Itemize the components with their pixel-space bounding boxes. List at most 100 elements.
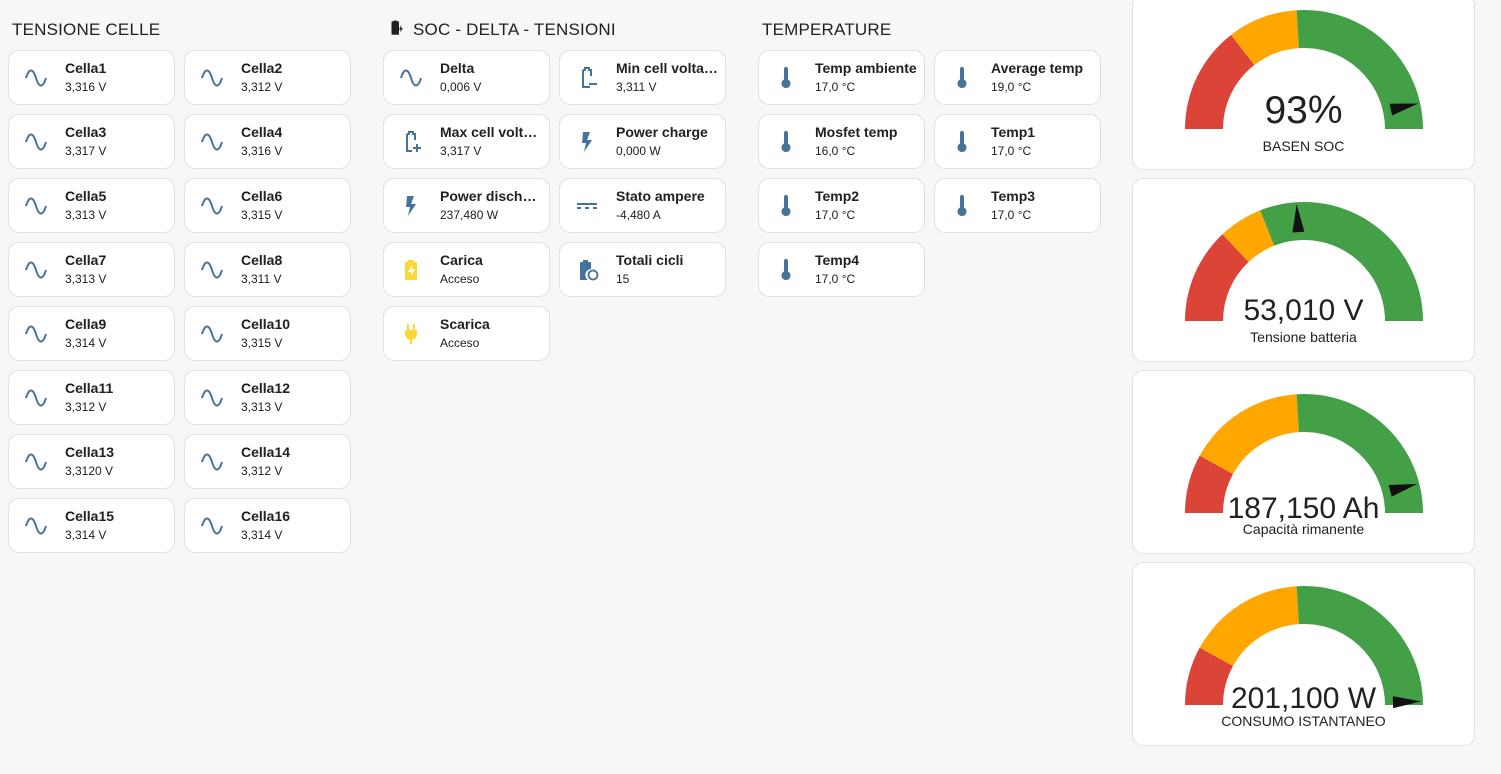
tile-name: Totali cicli: [616, 252, 684, 268]
cell-tile-cella8[interactable]: Cella8 3,311 V: [184, 242, 351, 297]
tile-state: 3,317 V: [65, 144, 107, 158]
gauge-segment-orange: [1199, 394, 1299, 474]
section-title-temps-label: TEMPERATURE: [762, 20, 892, 39]
tile-name: Cella16: [241, 508, 291, 524]
tile-name: Cella9: [65, 316, 107, 332]
tile-name: Cella3: [65, 124, 107, 140]
tile-state: 17,0 °C: [991, 208, 1032, 222]
soc-grid: Delta 0,006 V Min cell voltage 3,311 V Max c…: [383, 50, 726, 361]
thermometer-icon: [949, 193, 975, 219]
tile-state: Acceso: [440, 336, 480, 350]
cell-tile-cella11[interactable]: Cella11 3,312 V: [8, 370, 175, 425]
tile-state: 17,0 °C: [815, 208, 856, 222]
cell-tile-cella6[interactable]: Cella6 3,315 V: [184, 178, 351, 233]
cell-tile-cella16[interactable]: Cella16 3,314 V: [184, 498, 351, 553]
temp-tile-temp3[interactable]: Temp3 17,0 °C: [934, 178, 1101, 233]
cell-tile-cella3[interactable]: Cella3 3,317 V: [8, 114, 175, 169]
sine-wave-icon: [23, 321, 49, 347]
cell-tile-cella9[interactable]: Cella9 3,314 V: [8, 306, 175, 361]
soc-tile-carica[interactable]: Carica Acceso: [383, 242, 550, 297]
sine-wave-icon: [199, 513, 225, 539]
cells-grid: Cella1 3,316 V Cella2 3,312 V Cella3 3,317 VC…: [8, 50, 351, 553]
tile-name: Cella6: [241, 188, 283, 204]
gauge-card-capacity[interactable]: 187,150 Ah Capacità rimanente: [1132, 370, 1475, 554]
cell-tile-cella10[interactable]: Cella10 3,315 V: [184, 306, 351, 361]
tile-state: 3,311 V: [616, 80, 657, 94]
cell-tile-cella14[interactable]: Cella14 3,312 V: [184, 434, 351, 489]
flash-icon: [398, 193, 424, 219]
temp-tile-temp4[interactable]: Temp4 17,0 °C: [758, 242, 925, 297]
tile-state: 3,314 V: [241, 528, 283, 542]
temp-tile-temp1[interactable]: Temp1 17,0 °C: [934, 114, 1101, 169]
sine-wave-icon: [398, 65, 424, 91]
gauge-label: BASEN SOC: [1262, 138, 1345, 154]
tile-state: 3,317 V: [440, 144, 482, 158]
tile-name: Cella10: [241, 316, 291, 332]
tile-state: 3,314 V: [65, 336, 107, 350]
temp-tile-temp-ambiente[interactable]: Temp ambiente 17,0 °C: [758, 50, 925, 105]
soc-tile-scarica[interactable]: Scarica Acceso: [383, 306, 550, 361]
thermometer-icon: [949, 65, 975, 91]
temp-tile-average-temp[interactable]: Average temp 19,0 °C: [934, 50, 1101, 105]
sine-wave-icon: [23, 65, 49, 91]
tile-name: Cella8: [241, 252, 283, 268]
cell-tile-cella1[interactable]: Cella1 3,316 V: [8, 50, 175, 105]
tile-name: Temp4: [815, 252, 860, 268]
section-title-temps: TEMPERATURE: [762, 20, 891, 40]
soc-tile-stato-ampere[interactable]: Stato ampere -4,480 A: [559, 178, 726, 233]
cell-tile-cella12[interactable]: Cella12 3,313 V: [184, 370, 351, 425]
section-title-soc-label: SOC - DELTA - TENSIONI: [413, 20, 616, 39]
sine-wave-icon: [23, 513, 49, 539]
sine-wave-icon: [199, 385, 225, 411]
tile-state: 3,316 V: [65, 80, 107, 94]
gauge-card-voltage[interactable]: 53,010 V Tensione batteria: [1132, 178, 1475, 362]
tile-state: 3,311 V: [241, 272, 282, 286]
cell-tile-cella2[interactable]: Cella2 3,312 V: [184, 50, 351, 105]
cell-tile-cella7[interactable]: Cella7 3,313 V: [8, 242, 175, 297]
cell-tile-cella13[interactable]: Cella13 3,3120 V: [8, 434, 175, 489]
soc-tile-power-discharge[interactable]: Power discharge 237,480 W: [383, 178, 550, 233]
tile-state: 3,315 V: [241, 208, 283, 222]
battery-plus-icon: [398, 129, 424, 155]
soc-tile-totali-cicli[interactable]: Totali cicli 15: [559, 242, 726, 297]
tile-name: Cella12: [241, 380, 291, 396]
tile-state: 3,313 V: [65, 208, 107, 222]
tile-name: Cella7: [65, 252, 107, 268]
gauge-value: 93%: [1264, 89, 1343, 132]
thermometer-icon: [773, 65, 799, 91]
tile-name: Min cell voltage: [616, 60, 718, 76]
flash-icon: [574, 129, 600, 155]
soc-tile-delta[interactable]: Delta 0,006 V: [383, 50, 550, 105]
tile-name: Cella2: [241, 60, 283, 76]
tile-state: 17,0 °C: [815, 272, 856, 286]
tile-name: Max cell voltage: [440, 124, 542, 140]
temp-tile-temp2[interactable]: Temp2 17,0 °C: [758, 178, 925, 233]
cell-tile-cella15[interactable]: Cella15 3,314 V: [8, 498, 175, 553]
tile-name: Cella14: [241, 444, 291, 460]
soc-tile-power-charge[interactable]: Power charge 0,000 W: [559, 114, 726, 169]
tile-name: Cella13: [65, 444, 115, 460]
temps-grid: Temp ambiente 17,0 °C Average temp 19,0 °C M…: [758, 50, 1101, 297]
tile-state: 3,316 V: [241, 144, 283, 158]
sine-wave-icon: [23, 257, 49, 283]
section-title-cells-label: TENSIONE CELLE: [12, 20, 161, 39]
thermometer-icon: [773, 129, 799, 155]
sine-wave-icon: [23, 129, 49, 155]
sine-wave-icon: [23, 449, 49, 475]
gauge-value: 53,010 V: [1243, 294, 1364, 327]
tile-state: 17,0 °C: [991, 144, 1032, 158]
soc-tile-min-cell-voltage[interactable]: Min cell voltage 3,311 V: [559, 50, 726, 105]
gauge-card-consumption[interactable]: 201,100 W CONSUMO ISTANTANEO: [1132, 562, 1475, 746]
tile-state: -4,480 A: [616, 208, 661, 222]
cell-tile-cella4[interactable]: Cella4 3,316 V: [184, 114, 351, 169]
tile-state: Acceso: [440, 272, 480, 286]
soc-tile-max-cell-voltage[interactable]: Max cell voltage 3,317 V: [383, 114, 550, 169]
gauge-label: Tensione batteria: [1250, 329, 1357, 345]
cell-tile-cella5[interactable]: Cella5 3,313 V: [8, 178, 175, 233]
sine-wave-icon: [199, 321, 225, 347]
gauge-card-soc[interactable]: 93% BASEN SOC: [1132, 0, 1475, 170]
temp-tile-mosfet-temp[interactable]: Mosfet temp 16,0 °C: [758, 114, 925, 169]
thermometer-icon: [773, 257, 799, 283]
sine-wave-icon: [23, 193, 49, 219]
tile-state: 3,312 V: [241, 80, 283, 94]
